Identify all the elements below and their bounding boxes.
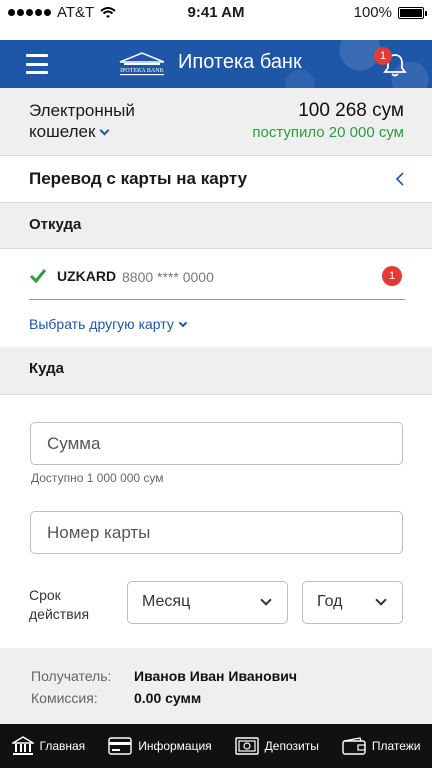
expiry-label-line2: действия [29, 606, 90, 622]
year-select-value: Год [317, 593, 343, 610]
safe-icon [234, 737, 259, 755]
app-title: Ипотека банк [178, 51, 302, 73]
tab-info-label: Информация [138, 739, 212, 753]
bank-icon [11, 736, 34, 755]
month-select-value: Месяц [142, 593, 191, 610]
year-select[interactable]: Год [302, 581, 403, 624]
tab-payments[interactable]: Платежи [330, 724, 432, 768]
battery-percent: 100% [353, 4, 392, 21]
tab-deposits[interactable]: Депозиты [223, 724, 330, 768]
amount-input[interactable] [30, 422, 403, 465]
card-badge: 1 [382, 266, 402, 286]
tab-payments-label: Платежи [371, 739, 421, 753]
tab-home[interactable]: Главная [0, 724, 97, 768]
chevron-down-icon [375, 594, 387, 606]
status-right: 100% [353, 4, 427, 21]
chevron-down-icon [178, 318, 188, 328]
wallet-balance: 100 268 сум [298, 100, 404, 121]
month-select[interactable]: Месяц [127, 581, 288, 624]
expiry-label-line1: Срок [29, 587, 61, 603]
chevron-down-icon [260, 594, 272, 606]
wallet-icon [342, 737, 366, 755]
bank-logo: IPOTEKA BANK [119, 52, 165, 76]
section-to-title: Куда [29, 360, 64, 377]
choose-other-card-link[interactable]: Выбрать другую карту [29, 316, 188, 332]
status-bar: AT&T 9:41 AM 100% [0, 0, 432, 40]
tab-home-label: Главная [39, 739, 86, 753]
fee-value: 0.00 сумм [134, 690, 202, 706]
check-icon [29, 269, 47, 284]
tab-deposits-label: Депозиты [264, 739, 319, 753]
wallet-label-line2: кошелек [29, 122, 96, 141]
svg-text:IPOTEKA BANK: IPOTEKA BANK [120, 68, 165, 74]
source-card[interactable]: UZKARD 8800 **** 0000 1 [29, 257, 405, 300]
wallet-selector[interactable]: Электронный кошелек [29, 100, 135, 142]
card-brand: UZKARD [57, 268, 117, 284]
battery-icon [398, 6, 427, 19]
transfer-summary: Получатель: Иванов Иван Иванович Комисси… [0, 648, 432, 724]
page-title: Перевод с карты на карту [29, 169, 248, 188]
app-header: IPOTEKA BANK Ипотека банк [0, 40, 432, 88]
notification-badge: 1 [374, 47, 392, 65]
available-balance: Доступно 1 000 000 сум [31, 471, 164, 485]
card-number: 8800 **** 0000 [122, 269, 214, 285]
card-icon [108, 737, 132, 755]
section-from: Откуда [0, 203, 432, 249]
fee-label: Комиссия: [31, 690, 98, 706]
recipient-label: Получатель: [31, 668, 112, 684]
wallet-received: поступило 20 000 сум [252, 124, 404, 141]
page-title-row: Перевод с карты на карту [0, 157, 432, 203]
section-to: Куда [0, 347, 432, 395]
section-from-title: Откуда [29, 216, 82, 233]
wallet-label-line1: Электронный [29, 101, 135, 120]
card-number-input[interactable] [30, 511, 403, 554]
tab-info[interactable]: Информация [97, 724, 223, 768]
choose-other-card-label: Выбрать другую карту [29, 316, 174, 332]
recipient-value: Иванов Иван Иванович [134, 668, 298, 684]
expiry-label: Срок действия [29, 586, 89, 624]
battery-fill [400, 8, 422, 17]
wallet-summary: Электронный кошелек 100 268 сум поступил… [0, 88, 432, 156]
chevron-down-icon [99, 125, 110, 136]
hamburger-menu-icon[interactable] [26, 54, 48, 74]
chevron-left-icon[interactable] [394, 172, 406, 186]
bottom-tab-bar: Главная Информация Депозиты Платежи [0, 724, 432, 768]
